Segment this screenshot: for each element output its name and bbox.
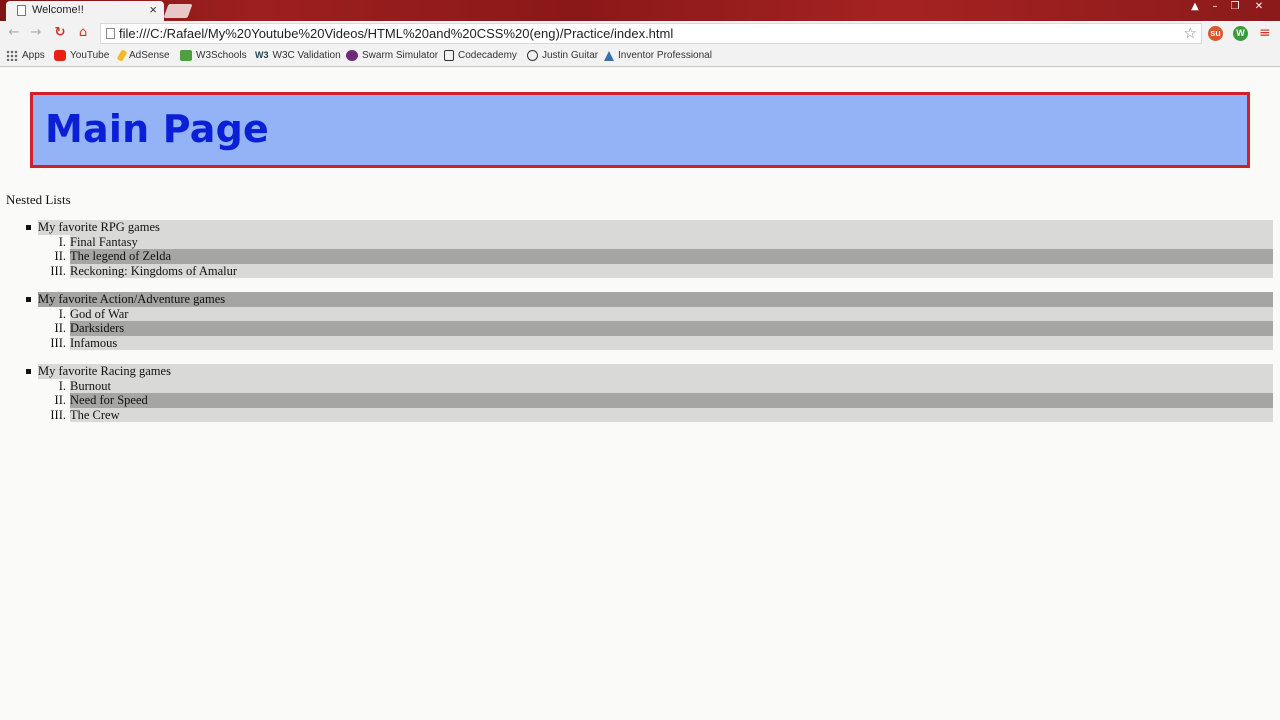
list-numeral: I. xyxy=(58,378,66,393)
bookmark-label: Inventor Professional xyxy=(618,50,712,61)
list-item-label: My favorite Action/Adventure games xyxy=(38,292,1273,307)
home-icon[interactable]: ⌂ xyxy=(74,24,92,42)
sub-list-item: Darksiders xyxy=(70,321,1273,336)
close-window-button[interactable]: ✕ xyxy=(1246,0,1272,14)
bookmark-swarm-simulator[interactable]: Swarm Simulator xyxy=(346,50,438,61)
browser-tab[interactable]: Welcome!! × xyxy=(6,1,164,21)
stumbleupon-extension-icon[interactable]: su xyxy=(1208,26,1223,41)
list-item: My favorite Racing games I. Burnout II. … xyxy=(0,364,1280,436)
list-numeral: II. xyxy=(54,249,66,263)
list-item: My favorite RPG games I. Final Fantasy I… xyxy=(0,220,1280,292)
list-numeral: III. xyxy=(50,263,66,278)
tab-title: Welcome!! xyxy=(32,4,84,16)
nested-lists: My favorite RPG games I. Final Fantasy I… xyxy=(0,220,1280,436)
bookmarks-bar: Apps YouTube AdSense W3Schools W3 W3C Va… xyxy=(0,46,1280,67)
bullet-square-icon xyxy=(26,297,31,302)
page-header: Main Page xyxy=(30,92,1250,168)
w-extension-icon[interactable]: W xyxy=(1233,26,1248,41)
inventor-icon xyxy=(604,50,614,61)
minimize-button[interactable]: – xyxy=(1206,0,1224,14)
sub-list-item: God of War xyxy=(70,306,1273,321)
bookmark-label: AdSense xyxy=(129,50,170,61)
list-numeral: III. xyxy=(50,407,66,422)
tab-close-icon[interactable]: × xyxy=(149,2,157,17)
sub-list-item: Reckoning: Kingdoms of Amalur xyxy=(70,263,1273,278)
sub-list-item: The legend of Zelda xyxy=(70,249,1273,264)
list-numeral: I. xyxy=(58,306,66,321)
list-item-label: My favorite Racing games xyxy=(38,364,1273,379)
list-numeral: II. xyxy=(54,321,66,335)
bookmark-label: YouTube xyxy=(70,50,110,61)
page-viewport: Main Page Nested Lists My favorite RPG g… xyxy=(0,68,1280,720)
reload-icon[interactable]: ↻ xyxy=(51,24,69,42)
bookmark-w3c-validation[interactable]: W3 W3C Validation xyxy=(255,50,341,61)
codecademy-icon xyxy=(444,50,454,61)
forward-arrow-icon[interactable]: → xyxy=(27,24,45,42)
bookmark-justin-guitar[interactable]: Justin Guitar xyxy=(527,50,598,61)
bookmark-w3schools[interactable]: W3Schools xyxy=(180,50,247,61)
section-label: Nested Lists xyxy=(6,192,71,207)
bookmark-apps[interactable]: Apps xyxy=(6,50,45,61)
bookmark-youtube[interactable]: YouTube xyxy=(54,50,109,61)
restore-button[interactable]: ❐ xyxy=(1226,0,1244,14)
list-numeral: III. xyxy=(50,335,66,350)
bullet-square-icon xyxy=(26,369,31,374)
youtube-icon xyxy=(54,50,66,61)
w3c-icon: W3 xyxy=(255,50,269,60)
new-tab-button[interactable] xyxy=(163,4,193,18)
bookmark-label: W3C Validation xyxy=(272,50,341,61)
url-text[interactable]: file:///C:/Rafael/My%20Youtube%20Videos/… xyxy=(119,26,673,41)
page-title: Main Page xyxy=(45,107,270,151)
window-controls: ▲ – ❐ ✕ xyxy=(1186,0,1272,14)
apps-grid-icon xyxy=(6,50,18,61)
justin-guitar-icon xyxy=(527,50,538,61)
swarm-icon xyxy=(346,50,358,61)
list-numeral: I. xyxy=(58,234,66,249)
window-title-bar: Welcome!! × ▲ – ❐ ✕ xyxy=(0,0,1280,21)
bookmark-label: Codecademy xyxy=(458,50,517,61)
sub-list-item: The Crew xyxy=(70,407,1273,422)
bookmark-adsense[interactable]: AdSense xyxy=(116,49,170,62)
bookmark-codecademy[interactable]: Codecademy xyxy=(444,50,517,61)
bookmark-star-icon[interactable]: ☆ xyxy=(1184,24,1197,42)
sub-list-item: Burnout xyxy=(70,378,1273,393)
bookmark-label: Apps xyxy=(22,50,45,61)
profile-icon[interactable]: ▲ xyxy=(1186,0,1204,14)
address-bar[interactable]: file:///C:/Rafael/My%20Youtube%20Videos/… xyxy=(100,23,1202,44)
back-arrow-icon[interactable]: ← xyxy=(5,24,23,42)
bookmark-label: Swarm Simulator xyxy=(362,50,439,61)
list-item: My favorite Action/Adventure games I. Go… xyxy=(0,292,1280,364)
w3schools-icon xyxy=(180,50,192,61)
browser-toolbar: ← → ↻ ⌂ file:///C:/Rafael/My%20Youtube%2… xyxy=(0,21,1280,46)
menu-icon[interactable]: ≡ xyxy=(1259,25,1271,41)
bookmark-label: W3Schools xyxy=(196,50,247,61)
sub-list-item: Infamous xyxy=(70,335,1273,350)
bookmark-inventor-professional[interactable]: Inventor Professional xyxy=(604,50,712,61)
bullet-square-icon xyxy=(26,225,31,230)
sub-list-item: Final Fantasy xyxy=(70,234,1273,249)
adsense-icon xyxy=(116,49,128,62)
list-numeral: II. xyxy=(54,393,66,407)
list-item-label: My favorite RPG games xyxy=(38,220,1273,235)
page-icon xyxy=(17,5,26,16)
file-icon xyxy=(106,28,115,39)
sub-list-item: Need for Speed xyxy=(70,393,1273,408)
bookmark-label: Justin Guitar xyxy=(542,50,599,61)
